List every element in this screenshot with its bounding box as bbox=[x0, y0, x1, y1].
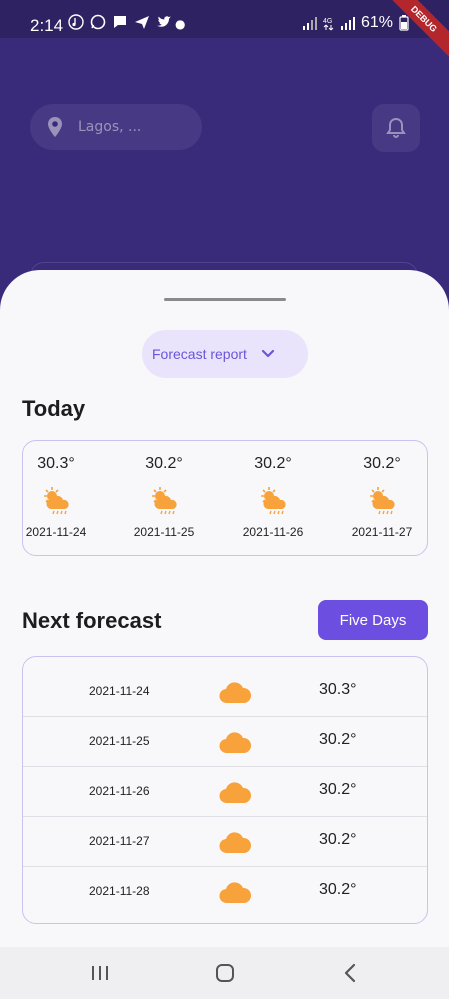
message-icon bbox=[114, 16, 126, 28]
battery-percent: 61% bbox=[360, 14, 393, 31]
forecast-row: 2021-11-27 30.2° bbox=[23, 817, 427, 867]
today-forecast-card: 30.3° 2021-11-24 30.2° 2021-11-25 30.2° bbox=[22, 440, 428, 556]
status-bar: 2:14 ● 4G 61% DEBUG bbox=[0, 0, 449, 58]
today-date: 2021-11-25 bbox=[133, 525, 195, 539]
recent-apps-icon bbox=[92, 966, 108, 980]
4g-icon: 4G bbox=[323, 18, 334, 31]
back-icon bbox=[344, 963, 356, 983]
forecast-row: 2021-11-28 30.2° bbox=[23, 867, 427, 917]
forecast-temp: 30.2° bbox=[319, 731, 357, 748]
bell-icon bbox=[386, 117, 406, 138]
cloud-icon bbox=[219, 782, 252, 804]
sun-cloud-rain-icon bbox=[152, 487, 177, 515]
location-selector[interactable]: Lagos, ... bbox=[30, 104, 202, 150]
sun-cloud-rain-icon bbox=[370, 487, 395, 515]
today-temp: 30.3° bbox=[37, 455, 75, 472]
home-icon bbox=[216, 964, 234, 982]
next-forecast-heading: Next forecast bbox=[22, 608, 162, 633]
today-heading: Today bbox=[22, 396, 86, 421]
today-date: 2021-11-24 bbox=[25, 525, 87, 539]
back-button[interactable] bbox=[338, 961, 362, 985]
send-icon bbox=[135, 16, 149, 29]
music-icon bbox=[68, 14, 84, 30]
cloud-icon bbox=[219, 882, 252, 904]
forecast-date: 2021-11-28 bbox=[89, 884, 150, 898]
forecast-temp: 30.2° bbox=[319, 881, 357, 898]
forecast-date: 2021-11-24 bbox=[89, 684, 150, 698]
notifications-button[interactable] bbox=[372, 104, 420, 152]
forecast-date: 2021-11-25 bbox=[89, 734, 150, 748]
signal-icon bbox=[302, 17, 317, 30]
today-item: 30.2° 2021-11-26 bbox=[228, 441, 318, 557]
today-item: 30.3° 2021-11-24 bbox=[11, 441, 101, 557]
location-pin-icon bbox=[48, 117, 62, 137]
forecast-temp: 30.2° bbox=[319, 781, 357, 798]
today-date: 2021-11-27 bbox=[351, 525, 413, 539]
cloud-icon bbox=[219, 682, 252, 704]
forecast-row: 2021-11-26 30.2° bbox=[23, 767, 427, 817]
sun-cloud-rain-icon bbox=[261, 487, 286, 515]
whatsapp-icon bbox=[90, 14, 106, 30]
cloud-icon bbox=[219, 832, 252, 854]
forecast-date: 2021-11-26 bbox=[89, 784, 150, 798]
forecast-sheet: Forecast report Today 30.3° 2021-11-24 3… bbox=[0, 270, 449, 947]
more-notifications-dot: ● bbox=[175, 17, 186, 31]
home-button[interactable] bbox=[213, 961, 237, 985]
today-item: 30.2° 2021-11-25 bbox=[119, 441, 209, 557]
system-status: 4G 61% bbox=[302, 14, 409, 32]
signal-icon-2 bbox=[340, 17, 355, 30]
today-date: 2021-11-26 bbox=[242, 525, 304, 539]
recent-apps-button[interactable] bbox=[88, 961, 112, 985]
forecast-report-dropdown[interactable]: Forecast report bbox=[142, 330, 308, 378]
forecast-temp: 30.3° bbox=[319, 681, 357, 698]
today-temp: 30.2° bbox=[363, 455, 401, 472]
five-days-button[interactable]: Five Days bbox=[318, 600, 428, 640]
battery-icon bbox=[399, 15, 409, 31]
sun-cloud-rain-icon bbox=[44, 487, 69, 515]
today-item: 30.2° 2021-11-27 bbox=[337, 441, 427, 557]
system-navigation-bar bbox=[0, 947, 449, 999]
forecast-row: 2021-11-24 30.3° bbox=[23, 667, 427, 717]
today-temp: 30.2° bbox=[254, 455, 292, 472]
twitter-icon bbox=[157, 16, 171, 27]
cloud-icon bbox=[219, 732, 252, 754]
forecast-row: 2021-11-25 30.2° bbox=[23, 717, 427, 767]
chevron-down-icon bbox=[261, 349, 275, 358]
svg-text:4G: 4G bbox=[323, 18, 332, 25]
forecast-date: 2021-11-27 bbox=[89, 834, 150, 848]
location-text: Lagos, ... bbox=[78, 119, 142, 135]
next-forecast-list: 2021-11-24 30.3° 2021-11-25 30.2° 2021-1… bbox=[22, 656, 428, 924]
status-time: 2:14 bbox=[30, 16, 64, 35]
notification-icons bbox=[68, 14, 172, 30]
forecast-temp: 30.2° bbox=[319, 831, 357, 848]
drag-handle[interactable] bbox=[164, 298, 286, 301]
dropdown-label: Forecast report bbox=[152, 346, 247, 362]
today-temp: 30.2° bbox=[145, 455, 183, 472]
